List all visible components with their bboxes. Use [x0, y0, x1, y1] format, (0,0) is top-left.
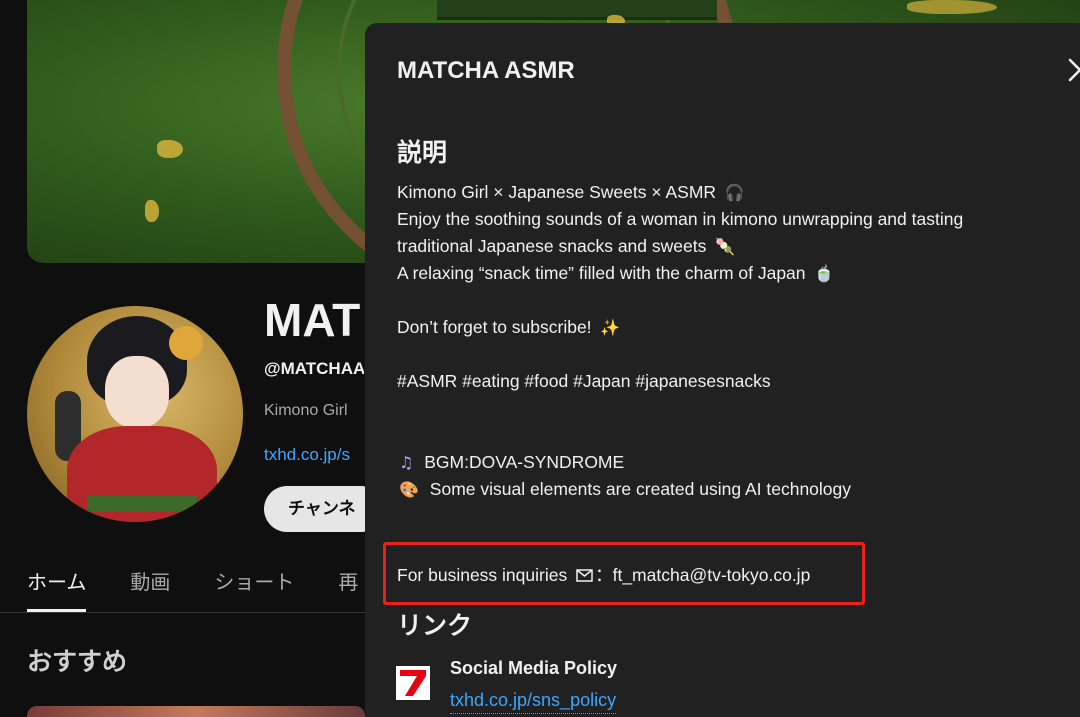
description-text: Kimono Girl × Japanese Sweets × ASMR: [397, 182, 717, 202]
mail-icon: [576, 569, 593, 582]
description-line: Enjoy the soothing sounds of a woman in …: [397, 209, 963, 230]
tab-videos[interactable]: 動画: [130, 562, 170, 612]
description-text: #ASMR #eating #food #Japan #japanesesnac…: [397, 371, 771, 391]
business-separator: ：: [595, 565, 613, 585]
business-email[interactable]: ft_matcha@tv-tokyo.co.jp: [613, 565, 811, 585]
banner-gold-leaf: [907, 0, 997, 14]
description-line: A relaxing “snack time” filled with the …: [397, 263, 834, 284]
sparkles-icon: ✨: [600, 318, 621, 337]
links-heading: リンク: [397, 612, 473, 640]
link-url[interactable]: txhd.co.jp/sns_policy: [450, 690, 617, 714]
description-text: Enjoy the soothing sounds of a woman in …: [397, 209, 964, 229]
avatar-face: [105, 356, 169, 428]
description-text: A relaxing “snack time” filled with the …: [397, 263, 806, 283]
avatar-obi: [87, 496, 197, 512]
tabs-divider: [0, 612, 365, 613]
dango-icon: 🍡: [715, 237, 736, 256]
link-title: Social Media Policy: [450, 658, 618, 678]
description-text: Some visual elements are created using A…: [429, 479, 852, 499]
tv-tokyo-logo-icon: [396, 666, 430, 700]
close-button[interactable]: [1065, 55, 1080, 85]
banner-gold-leaf: [157, 140, 183, 158]
video-thumbnail[interactable]: [27, 706, 365, 717]
channel-link[interactable]: txhd.co.jp/s: [264, 445, 364, 465]
description-heading: 説明: [397, 139, 448, 167]
description-line: ♫ BGM:DOVA-SYNDROME: [397, 452, 624, 473]
close-icon: [1068, 58, 1080, 82]
about-dialog: MATCHA ASMR 説明 Kimono Girl × Japanese Sw…: [365, 23, 1080, 717]
tab-shorts[interactable]: ショート: [214, 562, 294, 612]
tea-icon: 🍵: [814, 264, 835, 283]
description-text: Don’t forget to subscribe!: [397, 317, 592, 337]
channel-description-snippet[interactable]: Kimono Girl: [264, 402, 364, 420]
hashtags-line: #ASMR #eating #food #Japan #japanesesnac…: [397, 371, 771, 392]
description-line: Kimono Girl × Japanese Sweets × ASMR 🎧: [397, 182, 745, 203]
business-label: For business inquiries: [397, 565, 568, 585]
channel-name: MAT: [264, 294, 361, 346]
description-line: Don’t forget to subscribe! ✨: [397, 317, 620, 338]
business-inquiries-line: For business inquiries ：ft_matcha@tv-tok…: [397, 562, 810, 587]
banner-tray-decoration: [437, 0, 717, 20]
avatar-hair-ornament: [169, 326, 203, 360]
music-note-icon: ♫: [399, 453, 414, 472]
description-text: traditional Japanese snacks and sweets: [397, 236, 707, 256]
description-line: traditional Japanese snacks and sweets 🍡: [397, 236, 735, 257]
channel-tabs: ホーム 動画 ショート 再: [27, 562, 358, 612]
palette-icon: 🎨: [399, 480, 419, 499]
section-title: おすすめ: [27, 648, 128, 676]
description-text: BGM:DOVA-SYNDROME: [424, 452, 625, 472]
dialog-title: MATCHA ASMR: [397, 57, 575, 84]
tab-home[interactable]: ホーム: [27, 562, 87, 612]
headphones-icon: 🎧: [724, 183, 745, 202]
channel-avatar[interactable]: [27, 306, 243, 522]
banner-gold-leaf: [145, 200, 159, 222]
channel-handle: @MATCHAA: [264, 359, 364, 378]
description-line: 🎨 Some visual elements are created using…: [397, 479, 851, 500]
tab-playlists[interactable]: 再: [338, 562, 358, 612]
